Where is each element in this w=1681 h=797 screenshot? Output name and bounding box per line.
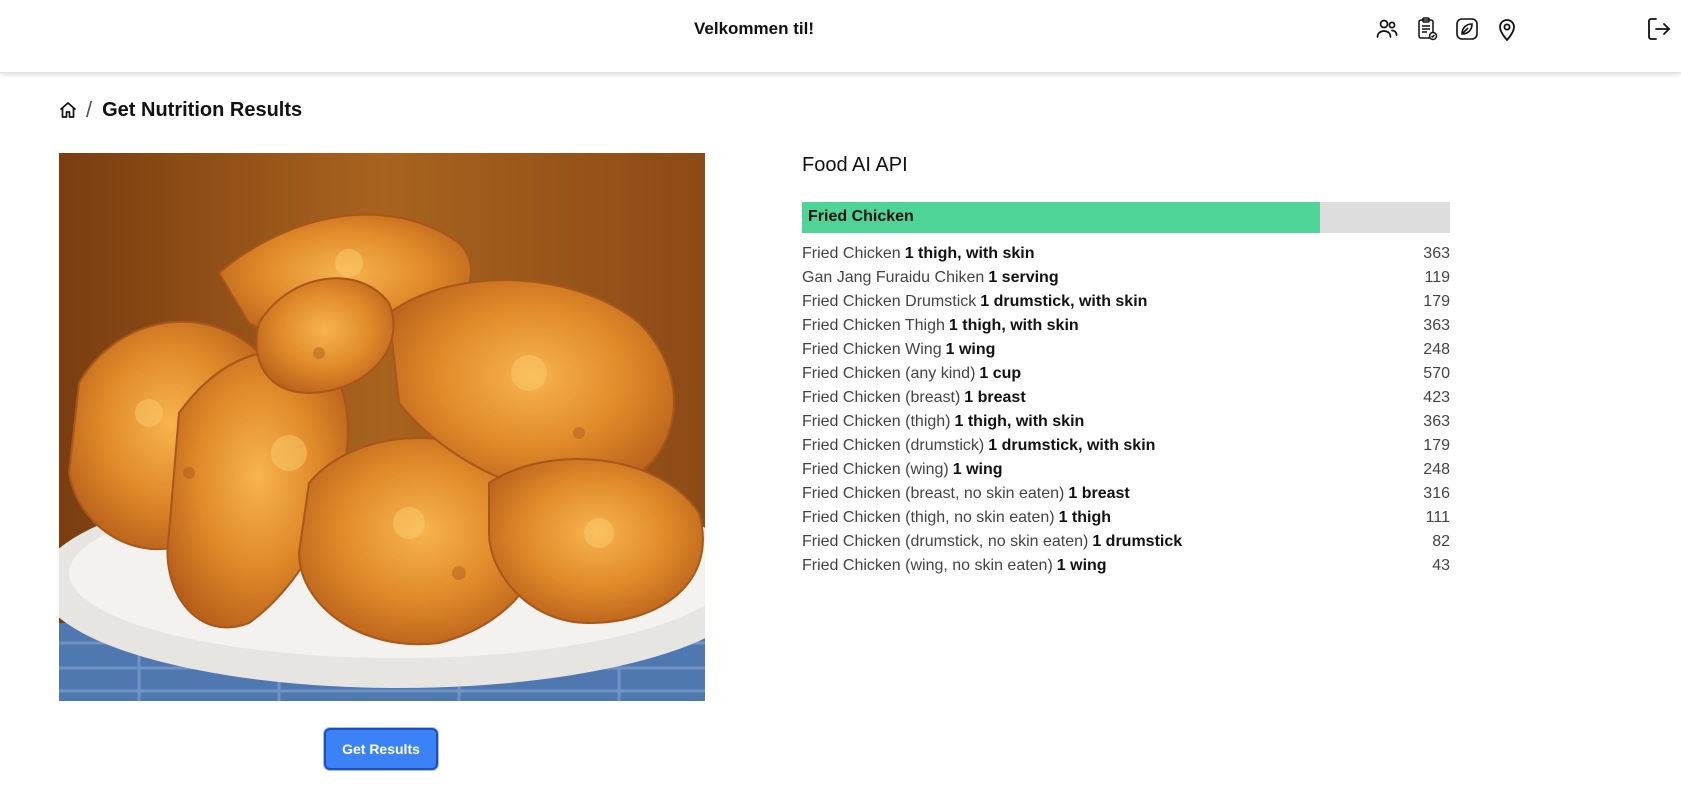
calories-value: 179 (1423, 437, 1450, 454)
welcome-text: Velkommen til! (694, 19, 814, 38)
serving-size: 1 wing (952, 461, 1003, 478)
breadcrumb: / Get Nutrition Results (58, 97, 302, 123)
results-title: Food AI API (802, 154, 908, 176)
top-navbar: Velkommen til! (0, 0, 1681, 73)
result-food: Fried Chicken (thigh) 1 thigh, with skin (802, 413, 1084, 431)
food-name: Fried Chicken (wing) (802, 461, 949, 478)
serving-size: 1 wing (945, 341, 996, 358)
calories-value: 423 (1423, 389, 1450, 406)
result-food: Fried Chicken Thigh 1 thigh, with skin (802, 317, 1079, 335)
result-food: Fried Chicken 1 thigh, with skin (802, 245, 1034, 263)
result-row: Fried Chicken (any kind) 1 cup 570 (802, 362, 1450, 386)
result-row: Fried Chicken (breast) 1 breast 423 (802, 386, 1450, 410)
result-food: Fried Chicken Wing 1 wing (802, 341, 995, 359)
calories-value: 570 (1423, 365, 1450, 382)
result-row: Gan Jang Furaidu Chiken 1 serving 119 (802, 266, 1450, 290)
food-name: Fried Chicken (wing, no skin eaten) (802, 557, 1053, 574)
result-row: Fried Chicken (drumstick, no skin eaten)… (802, 530, 1450, 554)
result-food: Fried Chicken (thigh, no skin eaten) 1 th… (802, 509, 1111, 527)
serving-size: 1 wing (1056, 557, 1107, 574)
calories-value: 119 (1424, 269, 1450, 286)
users-icon[interactable] (1374, 14, 1400, 44)
result-food: Fried Chicken (wing, no skin eaten) 1 win… (802, 557, 1107, 575)
result-food: Fried Chicken (any kind) 1 cup (802, 365, 1021, 383)
calories-value: 363 (1423, 317, 1450, 334)
location-pin-icon[interactable] (1494, 14, 1520, 44)
food-name: Fried Chicken (any kind) (802, 365, 976, 382)
calories-value: 316 (1423, 485, 1450, 502)
calories-value: 248 (1423, 341, 1450, 358)
food-name: Fried Chicken Drumstick (802, 293, 977, 310)
calories-value: 363 (1423, 413, 1450, 430)
result-food: Fried Chicken (breast, no skin eaten) 1 b… (802, 485, 1130, 503)
calories-value: 363 (1423, 245, 1450, 262)
food-name: Gan Jang Furaidu Chiken (802, 269, 985, 286)
food-name: Fried Chicken (thigh) (802, 413, 951, 430)
nutrition-results-list: Fried Chicken 1 thigh, with skin 363 Gan Ja… (802, 242, 1450, 578)
food-name: Fried Chicken (802, 245, 901, 262)
top-match-confidence-bar: Fried Chicken (802, 202, 1450, 233)
top-match-label: Fried Chicken (808, 208, 914, 225)
home-icon[interactable] (58, 99, 78, 121)
food-name: Fried Chicken Thigh (802, 317, 945, 334)
result-row: Fried Chicken (breast, no skin eaten) 1 b… (802, 482, 1450, 506)
calories-value: 248 (1423, 461, 1450, 478)
serving-size: 1 breast (1068, 485, 1130, 502)
serving-size: 1 thigh, with skin (954, 413, 1085, 430)
result-row: Fried Chicken (wing, no skin eaten) 1 win… (802, 554, 1450, 578)
nav-icon-group (1374, 14, 1520, 44)
result-row: Fried Chicken Drumstick 1 drumstick, with… (802, 290, 1450, 314)
result-row: Fried Chicken (thigh, no skin eaten) 1 th… (802, 506, 1450, 530)
serving-size: 1 breast (964, 389, 1026, 406)
food-image (59, 153, 705, 701)
logout-icon[interactable] (1645, 14, 1673, 44)
serving-size: 1 thigh, with skin (948, 317, 1079, 334)
get-results-button[interactable]: Get Results (324, 728, 438, 770)
food-name: Fried Chicken (drumstick) (802, 437, 985, 454)
result-food: Fried Chicken (drumstick, no skin eaten)… (802, 533, 1182, 551)
result-row: Fried Chicken Wing 1 wing 248 (802, 338, 1450, 362)
result-row: Fried Chicken (drumstick) 1 drumstick, wi… (802, 434, 1450, 458)
result-row: Fried Chicken (wing) 1 wing 248 (802, 458, 1450, 482)
serving-size: 1 cup (979, 365, 1022, 382)
result-food: Gan Jang Furaidu Chiken 1 serving (802, 269, 1059, 287)
calories-value: 179 (1423, 293, 1450, 310)
result-food: Fried Chicken Drumstick 1 drumstick, with… (802, 293, 1147, 311)
serving-size: 1 serving (988, 269, 1059, 286)
serving-size: 1 thigh, with skin (904, 245, 1035, 262)
result-row: Fried Chicken (thigh) 1 thigh, with skin 3… (802, 410, 1450, 434)
serving-size: 1 thigh (1058, 509, 1112, 526)
calories-value: 111 (1425, 509, 1450, 526)
result-row: Fried Chicken Thigh 1 thigh, with skin 363 (802, 314, 1450, 338)
serving-size: 1 drumstick, with skin (980, 293, 1148, 310)
result-row: Fried Chicken 1 thigh, with skin 363 (802, 242, 1450, 266)
result-food: Fried Chicken (wing) 1 wing (802, 461, 1003, 479)
serving-size: 1 drumstick (1092, 533, 1183, 550)
result-food: Fried Chicken (drumstick) 1 drumstick, wi… (802, 437, 1155, 455)
page-title: Get Nutrition Results (102, 98, 303, 121)
calories-value: 82 (1432, 533, 1450, 550)
result-food: Fried Chicken (breast) 1 breast (802, 389, 1026, 407)
clipboard-check-icon[interactable] (1414, 14, 1440, 44)
calories-value: 43 (1432, 557, 1450, 574)
leaf-icon[interactable] (1454, 14, 1480, 44)
food-name: Fried Chicken (drumstick, no skin eaten) (802, 533, 1089, 550)
breadcrumb-separator: / (86, 97, 93, 122)
food-name: Fried Chicken (breast) (802, 389, 961, 406)
serving-size: 1 drumstick, with skin (988, 437, 1156, 454)
food-name: Fried Chicken Wing (802, 341, 942, 358)
food-name: Fried Chicken (breast, no skin eaten) (802, 485, 1065, 502)
food-name: Fried Chicken (thigh, no skin eaten) (802, 509, 1055, 526)
